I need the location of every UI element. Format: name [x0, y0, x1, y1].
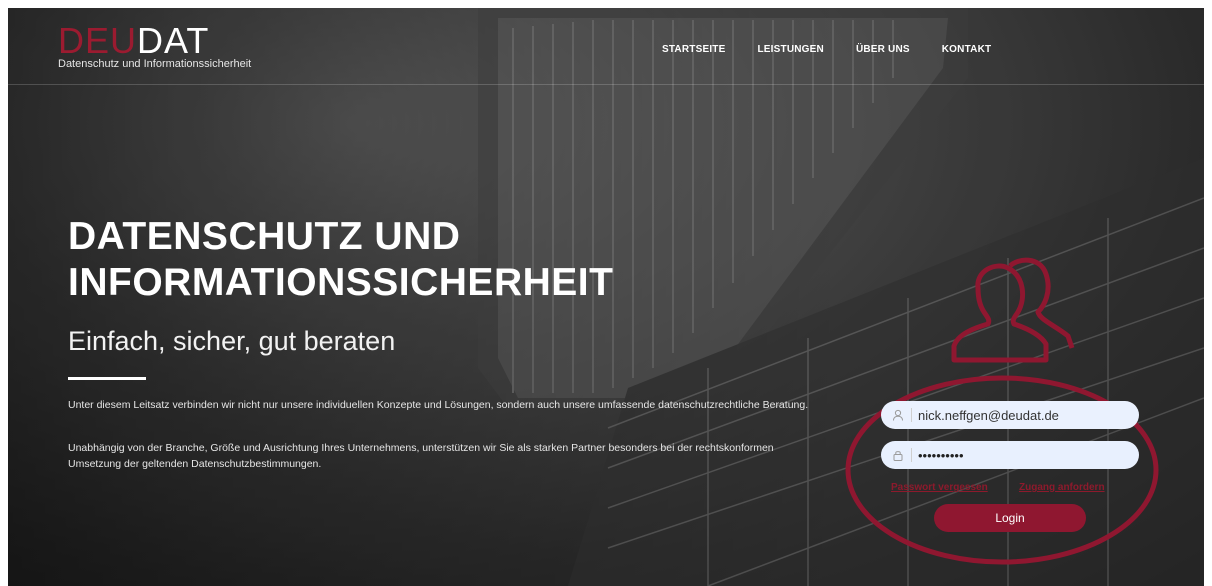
field-separator [911, 408, 912, 422]
hero-title: DATENSCHUTZ UND INFORMATIONSSICHERHEIT [68, 214, 613, 306]
person-outline-icon [951, 257, 1075, 363]
hero-paragraph-2: Unabhängig von der Branche, Größe und Au… [68, 442, 774, 470]
nav-item-kontakt[interactable]: KONTAKT [942, 44, 992, 55]
lock-icon [891, 448, 905, 462]
request-access-link[interactable]: Zugang anfordern [1019, 482, 1105, 493]
login-highlight-ring [845, 375, 1159, 565]
nav-item-ueber-uns[interactable]: ÜBER UNS [856, 44, 910, 55]
nav-item-startseite[interactable]: STARTSEITE [662, 44, 725, 55]
email-field[interactable]: nick.neffgen@deudat.de [881, 401, 1139, 429]
hero-section: DEUDAT Datenschutz und Informationssiche… [8, 8, 1204, 586]
user-icon [891, 408, 905, 422]
password-value: •••••••••• [918, 447, 964, 463]
hero-title-line1: DATENSCHUTZ UND [68, 215, 461, 258]
hero-subtitle: Einfach, sicher, gut beraten [68, 326, 396, 356]
logo-part-red: DEU [58, 20, 138, 61]
logo[interactable]: DEUDAT Datenschutz und Informationssiche… [58, 23, 252, 71]
logo-part-white: DAT [137, 20, 210, 61]
hero-divider [68, 377, 146, 380]
main-nav: STARTSEITE LEISTUNGEN ÜBER UNS KONTAKT [662, 44, 1023, 55]
hero-paragraph-1: Unter diesem Leitsatz verbinden wir nich… [68, 399, 809, 411]
logo-tagline: Datenschutz und Informationssicherheit [58, 58, 252, 70]
hero-title-line2: INFORMATIONSSICHERHEIT [68, 261, 614, 304]
email-value: nick.neffgen@deudat.de [918, 407, 1059, 423]
field-separator [911, 448, 912, 462]
nav-item-leistungen[interactable]: LEISTUNGEN [757, 44, 823, 55]
header-divider [8, 84, 1204, 85]
forgot-password-link[interactable]: Passwort vergessen [891, 482, 988, 493]
login-button[interactable]: Login [934, 504, 1086, 532]
logo-wordmark: DEUDAT [58, 23, 251, 59]
password-field[interactable]: •••••••••• [881, 441, 1139, 469]
